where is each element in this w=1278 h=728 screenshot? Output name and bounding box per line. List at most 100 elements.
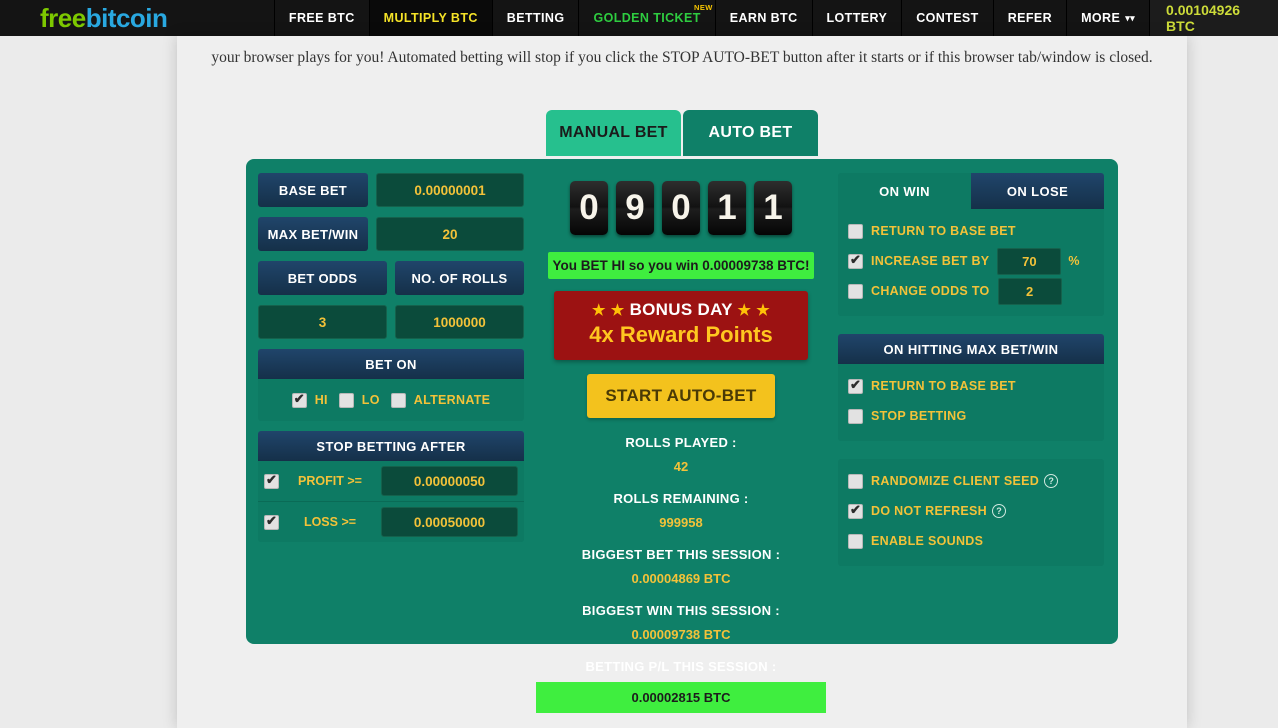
checkbox-randomize-client-seed[interactable] (848, 473, 863, 489)
rule-change-odds-row[interactable]: CHANGE ODDS TO 2 (848, 276, 1094, 306)
nav-label: FREE BTC (288, 11, 355, 25)
tab-auto-bet[interactable]: AUTO BET (683, 110, 818, 156)
wallet-balance[interactable]: 0.00104926 BTC (1149, 0, 1278, 36)
rolls-played-label: ROLLS PLAYED : (625, 435, 737, 450)
nav-item-lottery[interactable]: LOTTERY (811, 0, 902, 36)
roll-digit: 0 (570, 181, 608, 235)
checkbox-bet-on-lo[interactable] (338, 392, 354, 408)
subtab-on-win[interactable]: ON WIN (838, 173, 971, 209)
star-icon: ★ (737, 302, 752, 319)
checkbox-increase-bet-by[interactable] (848, 252, 863, 269)
checkbox-max-return-to-base-bet[interactable] (848, 377, 863, 394)
bonus-day-text: BONUS DAY (629, 300, 733, 319)
nav-label: LOTTERY (826, 11, 888, 25)
max-return-to-base-bet-row[interactable]: RETURN TO BASE BET (848, 371, 1094, 401)
nav-item-golden-ticket[interactable]: GOLDEN TICKET NEW (578, 0, 714, 36)
max-bet-win-row: MAX BET/WIN 20 (258, 217, 524, 251)
no-of-rolls-input[interactable]: 1000000 (395, 305, 524, 339)
stop-profit-label: PROFIT >= (298, 474, 362, 488)
checkbox-do-not-refresh[interactable] (848, 502, 863, 519)
misc-options-body: RANDOMIZE CLIENT SEED ? DO NOT REFRESH ?… (838, 459, 1104, 566)
do-not-refresh-row[interactable]: DO NOT REFRESH ? (848, 496, 1094, 526)
stop-loss-input[interactable]: 0.00050000 (381, 507, 518, 537)
roll-digit: 9 (616, 181, 654, 235)
bet-odds-input[interactable]: 3 (258, 305, 387, 339)
on-hitting-max-header: ON HITTING MAX BET/WIN (838, 334, 1104, 364)
bet-settings-column: BASE BET 0.00000001 MAX BET/WIN 20 BET O… (246, 159, 536, 644)
rolls-remaining-label: ROLLS REMAINING : (613, 491, 749, 506)
checkbox-enable-sounds[interactable] (848, 533, 863, 549)
change-odds-input[interactable]: 2 (997, 277, 1062, 305)
enable-sounds-label: ENABLE SOUNDS (871, 534, 984, 548)
help-icon[interactable]: ? (992, 504, 1007, 518)
randomize-client-seed-label: RANDOMIZE CLIENT SEED (871, 474, 1040, 488)
rule-return-to-base-bet-row[interactable]: RETURN TO BASE BET (848, 216, 1094, 246)
roll-digit: 0 (662, 181, 700, 235)
bonus-reward-text: 4x Reward Points (589, 322, 773, 347)
auto-bet-rules-column: ON WIN ON LOSE RETURN TO BASE BET INCREA… (826, 159, 1116, 644)
bet-on-header: BET ON (258, 349, 524, 379)
odds-rolls-inputs-row: 3 1000000 (258, 305, 524, 339)
biggest-win-label: BIGGEST WIN THIS SESSION : (582, 603, 780, 618)
betting-pl-label: BETTING P/L THIS SESSION : (585, 659, 777, 674)
randomize-client-seed-row[interactable]: RANDOMIZE CLIENT SEED ? (848, 466, 1094, 496)
star-icon: ★ (756, 302, 770, 319)
max-bet-win-label: MAX BET/WIN (258, 217, 368, 251)
rule-increase-bet-row[interactable]: INCREASE BET BY 70 % (848, 246, 1094, 276)
bet-on-hi-label: HI (314, 393, 328, 407)
help-icon[interactable]: ? (1044, 474, 1059, 488)
subtab-on-lose[interactable]: ON LOSE (971, 173, 1104, 209)
checkbox-bet-on-alternate[interactable] (390, 392, 406, 408)
bet-on-lo-label: LO (361, 393, 380, 407)
nav-item-multiply-btc[interactable]: MULTIPLY BTC (368, 0, 492, 36)
bet-on-hi-row[interactable]: HI (291, 385, 328, 415)
biggest-bet-label: BIGGEST BET THIS SESSION : (581, 547, 781, 562)
stop-profit-row: PROFIT >= 0.00000050 (258, 461, 524, 502)
stop-profit-input[interactable]: 0.00000050 (381, 466, 518, 496)
rolls-played-value: 42 (673, 459, 689, 474)
star-icon: ★ (592, 302, 606, 319)
checkbox-return-to-base-bet[interactable] (848, 223, 863, 239)
tab-manual-bet[interactable]: MANUAL BET (546, 110, 681, 156)
stop-loss-row: LOSS >= 0.00050000 (258, 502, 524, 542)
rolls-remaining-value: 999958 (659, 515, 703, 530)
betting-pl-value: 0.00002815 BTC (536, 682, 826, 713)
bet-on-alternate-row[interactable]: ALTERNATE (390, 385, 491, 415)
site-logo[interactable]: free bitcoin (0, 0, 274, 36)
nav-item-contest[interactable]: CONTEST (901, 0, 993, 36)
nav-item-betting[interactable]: BETTING (491, 0, 579, 36)
start-auto-bet-button[interactable]: START AUTO-BET (587, 374, 775, 418)
misc-options-panel: RANDOMIZE CLIENT SEED ? DO NOT REFRESH ?… (838, 459, 1104, 566)
roll-number-display: 0 9 0 1 1 (536, 159, 826, 235)
rule-change-odds-label: CHANGE ODDS TO (871, 284, 990, 298)
enable-sounds-row[interactable]: ENABLE SOUNDS (848, 526, 1094, 556)
max-stop-betting-row[interactable]: STOP BETTING (848, 401, 1094, 431)
nav-item-more[interactable]: MORE ▾▾ (1066, 0, 1149, 36)
checkbox-change-odds-to[interactable] (848, 283, 863, 299)
nav-item-free-btc[interactable]: FREE BTC (273, 0, 369, 36)
checkbox-max-stop-betting[interactable] (848, 408, 863, 424)
odds-rolls-labels-row: BET ODDS NO. OF ROLLS (258, 261, 524, 295)
base-bet-input[interactable]: 0.00000001 (376, 173, 524, 207)
checkbox-bet-on-hi[interactable] (291, 391, 307, 408)
stop-loss-label: LOSS >= (303, 515, 357, 529)
max-stop-betting-label: STOP BETTING (871, 409, 967, 423)
checkbox-stop-loss[interactable] (264, 513, 279, 530)
bet-on-panel: BET ON HI LO ALTERNATE (258, 349, 524, 421)
nav-item-earn-btc[interactable]: EARN BTC (714, 0, 812, 36)
nav-label: EARN BTC (729, 11, 798, 25)
checkbox-stop-profit[interactable] (264, 472, 279, 489)
bet-odds-label: BET ODDS (258, 261, 387, 295)
bet-on-lo-row[interactable]: LO (338, 385, 380, 415)
new-badge: NEW (694, 3, 713, 12)
rule-return-to-base-bet-label: RETURN TO BASE BET (871, 224, 1016, 238)
max-bet-win-input[interactable]: 20 (376, 217, 524, 251)
nav-item-refer[interactable]: REFER (992, 0, 1066, 36)
increase-bet-percent-input[interactable]: 70 (997, 247, 1062, 275)
roll-digit: 1 (708, 181, 746, 235)
stop-betting-after-header: STOP BETTING AFTER (258, 431, 524, 461)
bonus-day-title: ★ ★ BONUS DAY ★ ★ (560, 300, 802, 320)
roll-result-column: 0 9 0 1 1 You BET HI so you win 0.000097… (536, 159, 826, 713)
base-bet-row: BASE BET 0.00000001 (258, 173, 524, 207)
